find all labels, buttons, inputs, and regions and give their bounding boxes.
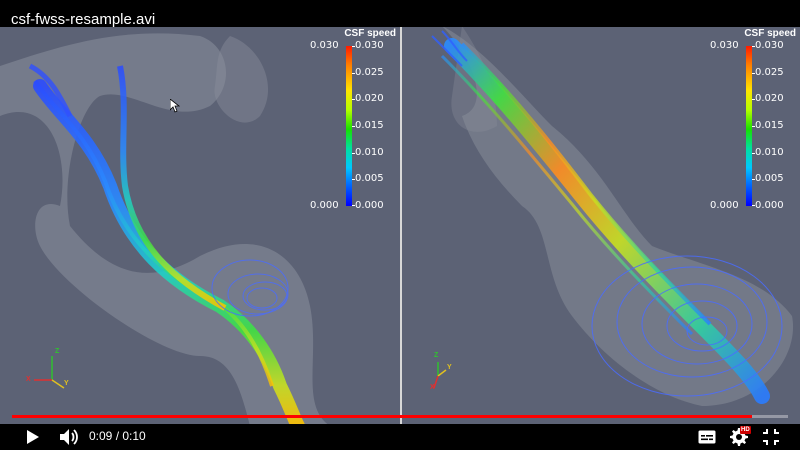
right-colorbar-tick (752, 153, 755, 154)
subtitles-icon (698, 430, 716, 444)
volume-icon (60, 429, 78, 445)
left-colorbar-tick (352, 99, 355, 100)
right-orientation-axes: Z Y X (424, 352, 464, 394)
left-colorbar-tick-label: 0.020 (355, 93, 384, 104)
right-view-panel: CSF speed 0.030 0.000 0.030 0.025 0.020 … (402, 26, 800, 426)
right-colorbar-max: 0.030 (710, 40, 739, 51)
right-colorbar-tick-label: 0.030 (755, 40, 784, 51)
left-view-panel: CSF speed 0.030 0.000 0.030 0.025 0.020 … (0, 26, 400, 426)
duration: 0:10 (122, 429, 146, 443)
right-colorbar-tick (752, 126, 755, 127)
settings-button[interactable]: HD (728, 426, 751, 448)
right-colorbar-tick-label: 0.025 (755, 67, 784, 78)
right-colorbar-title: CSF speed (744, 28, 796, 39)
current-time: 0:09 (89, 429, 113, 443)
right-colorbar-tick-label: 0.015 (755, 120, 784, 131)
video-frame[interactable]: CSF speed 0.030 0.000 0.030 0.025 0.020 … (0, 26, 800, 426)
right-colorbar-tick-label: 0.000 (755, 200, 784, 211)
right-colorbar-tick (752, 205, 755, 206)
exit-fullscreen-icon (763, 429, 779, 445)
time-separator: / (112, 429, 123, 443)
left-axis-y: Y (64, 380, 69, 387)
left-colorbar-tick (352, 179, 355, 180)
left-orientation-axes: Z X Y (22, 348, 72, 393)
right-colorbar-tick (752, 73, 755, 74)
left-colorbar-title: CSF speed (344, 28, 396, 39)
left-colorbar-max: 0.030 (310, 40, 339, 51)
left-colorbar-tick (352, 153, 355, 154)
right-colorbar-tick (752, 179, 755, 180)
right-axis-z: Z (434, 352, 439, 359)
left-colorbar-tick-label: 0.000 (355, 200, 384, 211)
left-colorbar-min: 0.000 (310, 200, 339, 211)
right-axis-y: Y (447, 364, 452, 371)
left-colorbar-tick-label: 0.025 (355, 67, 384, 78)
progress-fill (12, 415, 753, 418)
exit-fullscreen-button[interactable] (760, 426, 782, 448)
left-colorbar-tick-label: 0.015 (355, 120, 384, 131)
subtitles-button[interactable] (696, 426, 718, 448)
left-axis-z: Z (55, 348, 60, 355)
left-colorbar-tick (352, 46, 355, 47)
right-colorbar: CSF speed 0.030 0.000 0.030 0.025 0.020 … (710, 26, 800, 216)
time-display: 0:09 / 0:10 (89, 429, 146, 443)
left-colorbar-tick (352, 205, 355, 206)
progress-bar[interactable] (12, 412, 788, 422)
right-colorbar-tick-label: 0.020 (755, 93, 784, 104)
hd-badge: HD (740, 426, 751, 434)
right-colorbar-tick (752, 99, 755, 100)
left-colorbar-tick-label: 0.005 (355, 173, 384, 184)
left-anatomy-lobe (214, 36, 269, 123)
control-bar: 0:09 / 0:10 HD (0, 424, 800, 450)
play-icon (27, 430, 39, 444)
left-axis-x: X (26, 376, 31, 383)
left-colorbar-tick (352, 126, 355, 127)
left-colorbar-tick-label: 0.030 (355, 40, 384, 51)
left-colorbar-tick (352, 73, 355, 74)
right-axis-x: X (430, 384, 435, 391)
video-player[interactable]: csf-fwss-resample.avi CSF speed 0.030 0.… (0, 0, 800, 450)
left-colorbar-tick-label: 0.010 (355, 147, 384, 158)
right-colorbar-tick-label: 0.005 (755, 173, 784, 184)
volume-button[interactable] (58, 426, 80, 448)
left-colorbar: CSF speed 0.030 0.000 0.030 0.025 0.020 … (310, 26, 400, 216)
right-colorbar-min: 0.000 (710, 200, 739, 211)
video-title[interactable]: csf-fwss-resample.avi (11, 11, 155, 28)
right-colorbar-tick-label: 0.010 (755, 147, 784, 158)
play-button[interactable] (22, 426, 44, 448)
right-colorbar-tick (752, 46, 755, 47)
